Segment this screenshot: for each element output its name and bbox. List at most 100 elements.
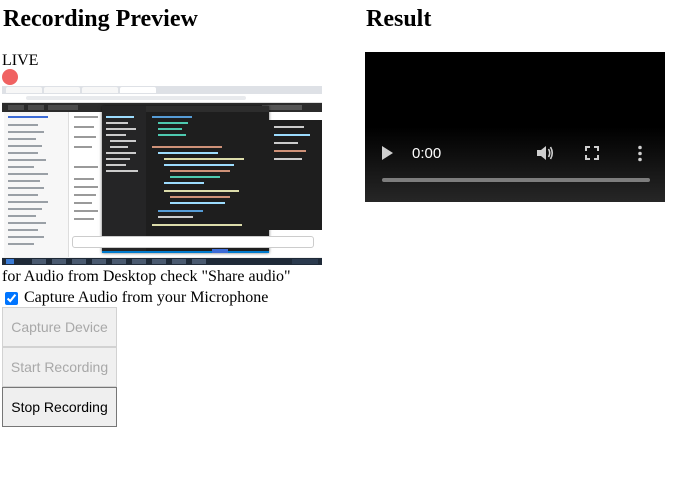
more-options-icon[interactable] [637,145,643,162]
preview-sidebar-line [8,243,34,245]
preview-sidebar-line [8,173,48,175]
preview-content-line [74,146,92,148]
recording-preview-heading: Recording Preview [3,6,198,32]
microphone-checkbox-label: Capture Audio from your Microphone [24,289,269,306]
result-heading: Result [366,6,432,32]
live-indicator-label: LIVE [2,52,39,69]
preview-content-line [74,202,92,204]
preview-browser-tab [44,87,80,93]
preview-content-line [74,166,98,168]
share-audio-hint: for Audio from Desktop check "Share audi… [2,268,291,285]
preview-sidebar-line [8,187,44,189]
preview-taskbar-icon [152,259,166,264]
video-controls-overlay [365,127,665,202]
preview-content-line [74,218,94,220]
preview-code-line [106,152,136,154]
live-indicator-dot [2,69,18,85]
preview-code-line [274,142,298,144]
preview-code-line [164,182,204,184]
preview-taskbar-icon [192,259,206,264]
preview-code-line [164,190,239,192]
preview-code-line [106,128,136,130]
preview-content-line [74,194,96,196]
capture-device-button[interactable]: Capture Device [2,307,117,347]
preview-taskbar-icon [172,259,186,264]
preview-editor-tabs [146,106,269,112]
preview-sidebar-line [8,194,38,196]
preview-sidebar-line [8,131,44,133]
preview-sidebar-line [8,116,48,118]
preview-code-line [152,224,242,226]
preview-code-line [158,216,193,218]
preview-browser-tab [120,87,156,93]
result-video-player[interactable]: 0:00 [365,52,665,202]
preview-code-line [170,196,230,198]
video-seek-bar[interactable] [382,178,650,182]
preview-code-line [158,134,186,136]
preview-sidebar-line [8,145,42,147]
preview-url-field [26,96,246,100]
preview-sidebar-line [8,215,36,217]
stop-recording-button[interactable]: Stop Recording [2,387,117,427]
preview-code-line [110,140,136,142]
microphone-option[interactable]: Capture Audio from your Microphone [5,289,268,307]
fullscreen-icon[interactable] [585,146,599,160]
preview-code-line [106,122,128,124]
preview-taskbar-icon [32,259,46,264]
preview-app-header-item [28,105,44,110]
preview-code-line [106,164,126,166]
preview-app-header-item [48,105,78,110]
preview-code-line [274,134,310,136]
preview-sidebar-line [8,124,38,126]
recording-preview-video [2,86,322,265]
microphone-checkbox[interactable] [5,291,18,305]
preview-sidebar-line [8,201,48,203]
preview-content-line [74,126,94,128]
preview-sidebar-line [8,236,44,238]
preview-editor-statusbar [102,251,269,253]
preview-sidebar-line [8,229,38,231]
preview-code-line [158,210,203,212]
volume-icon[interactable] [536,145,554,161]
preview-taskbar-icon [92,259,106,264]
preview-sidebar-line [8,166,34,168]
preview-code-line [164,164,234,166]
preview-sidebar-line [8,208,42,210]
preview-content-line [74,210,98,212]
preview-code-line [164,158,244,160]
preview-sidebar-line [8,152,38,154]
start-recording-button[interactable]: Start Recording [2,347,117,387]
preview-code-line [106,170,138,172]
preview-chat-input [72,236,314,248]
video-time: 0:00 [412,145,442,162]
preview-taskbar-icon [6,259,14,264]
preview-code-line [170,170,230,172]
preview-code-line [170,176,220,178]
preview-code-line [106,116,134,118]
preview-sidebar-line [8,222,46,224]
preview-code-line [158,128,182,130]
preview-code-line [106,134,126,136]
preview-code-line [110,146,128,148]
preview-content-line [74,186,98,188]
preview-code-line [106,158,130,160]
preview-content-line [74,136,96,138]
preview-code-line [152,116,192,118]
preview-taskbar-icon [72,259,86,264]
preview-code-line [274,150,306,152]
preview-browser-tab [82,87,118,93]
preview-taskbar-icon [112,259,126,264]
preview-sidebar-line [8,159,46,161]
preview-send-button [212,249,228,253]
preview-code-line [152,146,222,148]
preview-sidebar-line [8,138,36,140]
preview-taskbar-icon [52,259,66,264]
preview-taskbar-icon [132,259,146,264]
play-icon[interactable] [382,146,393,160]
preview-code-editor-secondary [269,120,322,230]
preview-code-line [158,122,188,124]
preview-code-line [274,126,304,128]
preview-code-line [158,152,218,154]
preview-sidebar-line [8,180,40,182]
preview-content-line [74,178,94,180]
